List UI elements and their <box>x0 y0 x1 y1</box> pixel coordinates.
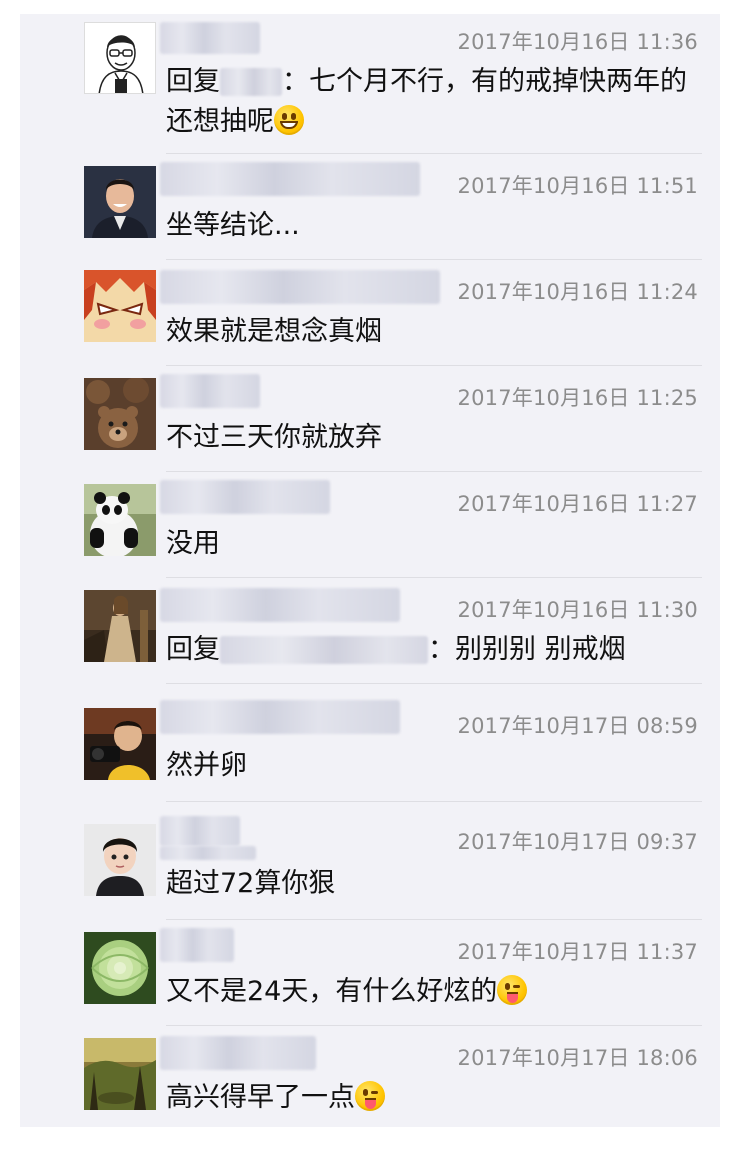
comment-item[interactable]: 2017年10月16日 11:27 没用 <box>20 472 720 578</box>
comment-timestamp: 2017年10月17日 18:06 <box>457 1046 698 1070</box>
username-redacted <box>160 588 400 622</box>
green-flower-avatar[interactable] <box>84 932 156 1004</box>
forest-landscape-avatar[interactable] <box>84 1038 156 1110</box>
username-redacted <box>160 700 400 734</box>
teddy-bears-avatar[interactable] <box>84 378 156 450</box>
reply-prefix: 回复 <box>166 634 220 665</box>
man-in-suit-avatar[interactable] <box>84 166 156 238</box>
comment-list: 2017年10月16日 11:36 回复 ：七个月不行，有的戒掉快两年的还想抽呢 … <box>20 14 720 1127</box>
comment-text: 不过三天你就放弃 <box>166 422 382 453</box>
comment-timestamp: 2017年10月17日 09:37 <box>457 830 698 854</box>
comment-item[interactable]: 2017年10月16日 11:25 不过三天你就放弃 <box>20 366 720 472</box>
winking-tongue-emoji <box>497 975 528 1005</box>
angry-anime-face-avatar[interactable] <box>84 270 156 342</box>
comment-text: 高兴得早了一点 <box>166 1078 706 1118</box>
comment-text: 效果就是想念真烟 <box>166 316 382 347</box>
comment-text: 然并卵 <box>166 750 247 781</box>
comment-item[interactable]: 2017年10月17日 09:37 超过72算你狠 <box>20 802 720 920</box>
reply-target-redacted[interactable] <box>220 636 428 664</box>
comment-item[interactable]: 2017年10月17日 08:59 然并卵 <box>20 684 720 802</box>
comment-body: ：别别别 别戒烟 <box>428 634 626 665</box>
cartoon-man-glasses-avatar[interactable] <box>84 22 156 94</box>
username-redacted-secondary <box>160 846 256 860</box>
comment-timestamp: 2017年10月16日 11:36 <box>457 30 698 54</box>
comment-item[interactable]: 2017年10月16日 11:36 回复 ：七个月不行，有的戒掉快两年的还想抽呢 <box>20 14 720 154</box>
comment-timestamp: 2017年10月16日 11:30 <box>457 598 698 622</box>
comment-timestamp: 2017年10月16日 11:25 <box>457 386 698 410</box>
comment-body: 又不是24天，有什么好炫的 <box>166 976 498 1007</box>
comment-item[interactable]: 2017年10月16日 11:51 坐等结论... <box>20 154 720 260</box>
winking-tongue-emoji <box>355 1081 385 1111</box>
username-redacted <box>160 816 240 846</box>
comment-text: 又不是24天，有什么好炫的 <box>166 972 706 1012</box>
comment-item[interactable]: 2017年10月16日 11:30 回复 ：别别别 别戒烟 <box>20 578 720 684</box>
comment-text: 超过72算你狠 <box>166 868 336 899</box>
username-redacted <box>160 480 330 514</box>
grinning-face-emoji <box>274 105 304 135</box>
boy-portrait-avatar[interactable] <box>84 824 156 896</box>
comment-timestamp: 2017年10月16日 11:24 <box>457 280 698 304</box>
comment-text: 坐等结论... <box>166 210 300 241</box>
username-redacted <box>160 928 234 962</box>
panda-avatar[interactable] <box>84 484 156 556</box>
comment-item[interactable]: 2017年10月17日 18:06 高兴得早了一点 <box>20 1026 720 1127</box>
comment-body: 高兴得早了一点 <box>166 1082 355 1113</box>
comment-text: 没用 <box>166 528 220 559</box>
comment-timestamp: 2017年10月16日 11:27 <box>457 492 698 516</box>
reply-target-redacted[interactable] <box>220 68 282 96</box>
username-redacted <box>160 1036 316 1070</box>
comment-text: 回复 ：别别别 别戒烟 <box>166 630 706 670</box>
child-with-camera-avatar[interactable] <box>84 708 156 780</box>
username-redacted <box>160 22 260 54</box>
comment-timestamp: 2017年10月16日 11:51 <box>457 174 698 198</box>
comment-item[interactable]: 2017年10月17日 11:37 又不是24天，有什么好炫的 <box>20 920 720 1026</box>
comment-text: 回复 ：七个月不行，有的戒掉快两年的还想抽呢 <box>166 62 706 142</box>
username-redacted <box>160 374 260 408</box>
username-redacted <box>160 162 420 196</box>
comment-timestamp: 2017年10月17日 11:37 <box>457 940 698 964</box>
comment-timestamp: 2017年10月17日 08:59 <box>457 714 698 738</box>
comment-item[interactable]: 2017年10月16日 11:24 效果就是想念真烟 <box>20 260 720 366</box>
reply-prefix: 回复 <box>166 66 220 97</box>
username-redacted <box>160 270 440 304</box>
painting-woman-avatar[interactable] <box>84 590 156 662</box>
